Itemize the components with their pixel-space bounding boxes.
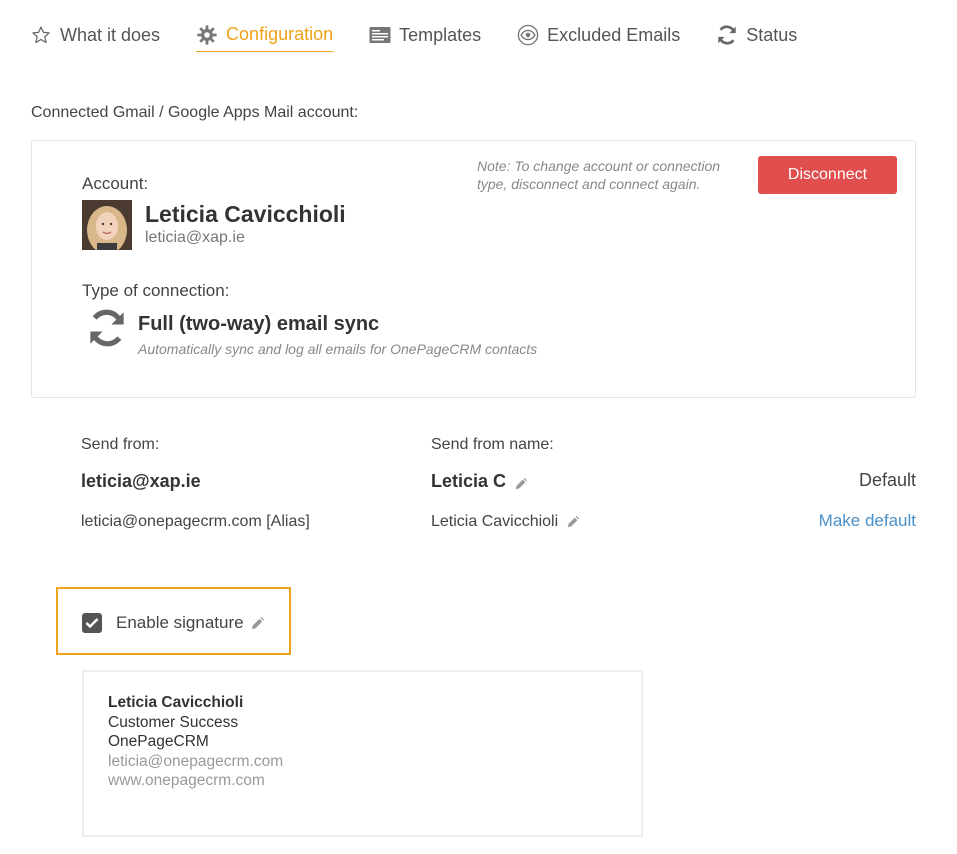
account-card: Account: Leticia Cavicchioli leticia@xap…	[31, 140, 916, 398]
send-from-header: Send from:	[81, 436, 160, 453]
tab-status[interactable]: Status	[716, 18, 797, 52]
enable-signature-label: Enable signature	[116, 613, 244, 632]
tab-configuration[interactable]: Configuration	[196, 18, 334, 52]
send-from-email: leticia@xap.ie	[81, 471, 201, 491]
tab-templates[interactable]: Templates	[369, 18, 481, 52]
pencil-icon[interactable]	[250, 616, 265, 631]
sync-icon	[86, 307, 128, 349]
gear-icon	[196, 24, 218, 46]
enable-signature-box: Enable signature	[56, 587, 291, 655]
tab-label: Configuration	[226, 24, 334, 44]
disconnect-note: Note: To change account or connection ty…	[477, 158, 721, 192]
send-from-email: leticia@onepagecrm.com [Alias]	[81, 513, 310, 530]
tab-label: Templates	[399, 24, 482, 45]
tab-label: What it does	[60, 24, 161, 45]
template-icon	[369, 24, 391, 46]
signature-lines: Leticia Cavicchioli Customer Success One…	[108, 693, 283, 791]
signature-role: Customer Success	[108, 713, 239, 731]
star-icon	[30, 24, 52, 46]
eye-icon	[517, 24, 539, 46]
enable-signature-checkbox[interactable]	[82, 613, 102, 633]
sync-type-subtitle: Automatically sync and log all emails fo…	[138, 341, 538, 357]
tab-excluded-emails[interactable]: Excluded Emails	[517, 18, 680, 52]
send-from-name-header: Send from name:	[431, 436, 554, 453]
make-default-link[interactable]: Make default	[819, 511, 916, 531]
tab-bar: What it does Configuration Templates Exc…	[30, 18, 833, 54]
connection-type-label: Type of connection:	[82, 281, 230, 300]
signature-name: Leticia Cavicchioli	[108, 694, 244, 711]
signature-website: www.onepagecrm.com	[108, 772, 265, 789]
account-name: Leticia Cavicchioli	[145, 201, 346, 227]
account-email: leticia@xap.ie	[145, 229, 245, 246]
checkmark-icon	[85, 618, 99, 629]
default-label: Default	[858, 470, 916, 490]
signature-company: OnePageCRM	[108, 733, 209, 750]
avatar	[82, 200, 132, 250]
tab-label: Excluded Emails	[547, 24, 681, 45]
account-label: Account:	[82, 174, 149, 193]
pencil-icon[interactable]	[514, 475, 528, 490]
tab-what-it-does[interactable]: What it does	[30, 18, 160, 52]
connected-account-label: Connected Gmail / Google Apps Mail accou…	[31, 104, 359, 121]
pencil-icon[interactable]	[566, 515, 580, 529]
send-from-name-row: Leticia Cavicchioli	[431, 513, 580, 531]
sync-type-title: Full (two-way) email sync	[138, 313, 380, 335]
signature-preview: Leticia Cavicchioli Customer Success One…	[82, 670, 643, 837]
sync-icon	[716, 24, 738, 46]
send-from-name: Leticia C	[431, 471, 507, 491]
tab-label: Status	[746, 24, 798, 45]
send-from-name: Leticia Cavicchioli	[431, 513, 559, 530]
signature-email: leticia@onepagecrm.com	[108, 752, 284, 770]
send-from-name-row: Leticia C	[431, 471, 528, 492]
disconnect-button[interactable]: Disconnect	[758, 156, 897, 194]
